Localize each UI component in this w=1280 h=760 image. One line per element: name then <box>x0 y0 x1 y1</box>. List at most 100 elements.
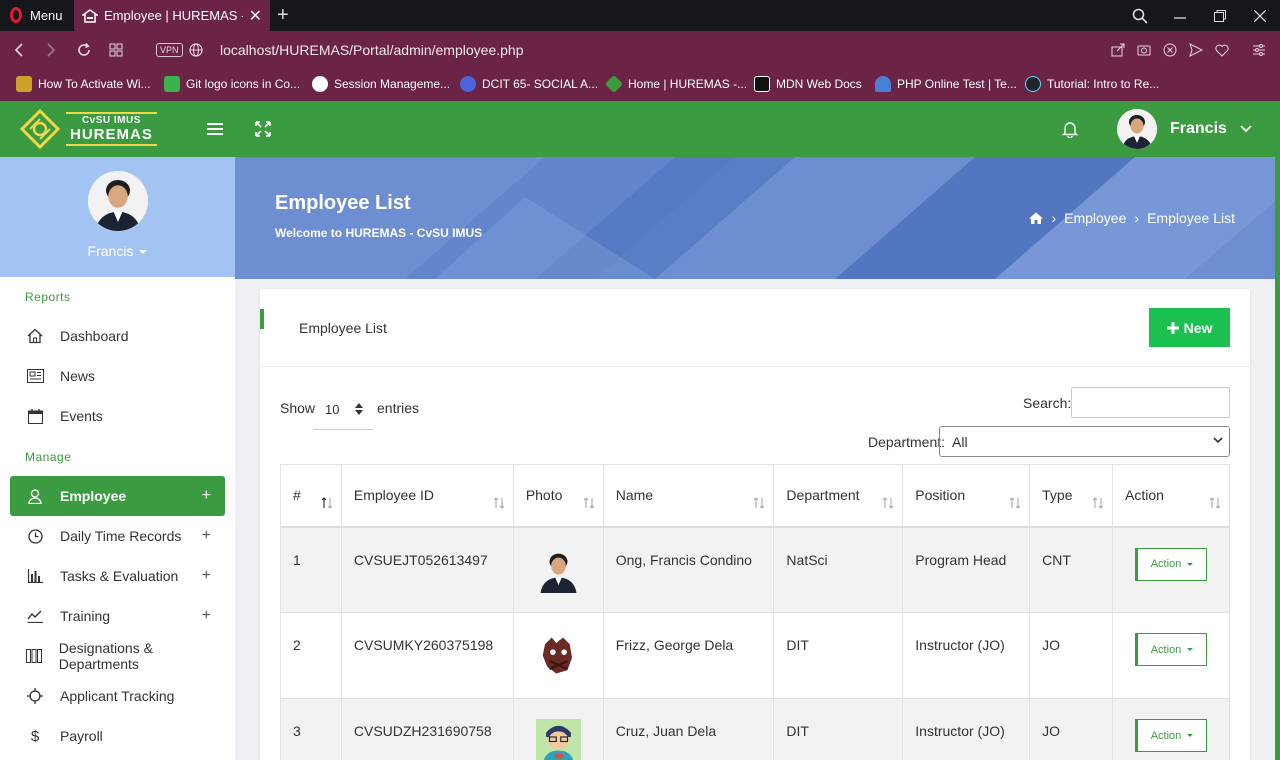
chevron-down-icon <box>1213 437 1223 444</box>
action-dropdown-button[interactable]: Action <box>1135 633 1207 666</box>
bookmark-item[interactable]: Tutorial: Intro to Re... <box>1025 76 1159 92</box>
new-tab-button[interactable]: + <box>277 4 289 27</box>
huremas-logo[interactable]: CvSU IMUS HUREMAS <box>18 109 157 149</box>
column-header-employee-id[interactable]: Employee ID <box>340 464 514 528</box>
search-label: Search: <box>1023 395 1072 411</box>
send-icon[interactable] <box>1187 41 1205 59</box>
cell-name: Frizz, George Dela <box>602 612 775 699</box>
forward-icon[interactable] <box>42 41 60 59</box>
sidebar-item-dashboard[interactable]: Dashboard <box>10 316 225 356</box>
sidebar-item-applicant-tracking[interactable]: Applicant Tracking <box>10 676 225 716</box>
column-header-photo[interactable]: Photo <box>512 464 604 528</box>
breadcrumb-separator: › <box>1051 210 1057 226</box>
sort-icon <box>1209 497 1221 509</box>
bookmark-item[interactable]: Session Manageme... <box>312 76 450 92</box>
camera-icon[interactable] <box>1135 41 1153 59</box>
bookmark-item[interactable]: Git logo icons in Co... <box>164 76 300 92</box>
action-button-label: Action <box>1150 643 1182 656</box>
newspaper-icon <box>26 367 44 385</box>
table-row: 1 CVSUEJT052613497 Ong, Francis Condino <box>280 526 1230 613</box>
employee-photo <box>535 633 581 678</box>
profile-name-dropdown[interactable]: Francis <box>0 243 235 259</box>
sidebar-item-news[interactable]: News <box>10 356 225 396</box>
reload-icon[interactable] <box>75 41 93 59</box>
tabs-grid-icon[interactable] <box>107 41 125 59</box>
cell-number: 2 <box>280 612 342 699</box>
table-row: 3 CVSUDZH231690758 Cruz, Juan Dela DIT I… <box>280 698 1230 760</box>
action-button-label: Action <box>1150 558 1182 570</box>
new-employee-button[interactable]: New <box>1149 308 1230 347</box>
action-dropdown-button[interactable]: Action <box>1135 547 1207 581</box>
column-header-department[interactable]: Department <box>773 464 904 528</box>
profile-name: Francis <box>87 243 134 259</box>
department-selected-value: All <box>952 433 968 450</box>
expand-plus-icon[interactable]: + <box>202 527 211 545</box>
breadcrumb-home-icon[interactable] <box>1029 212 1044 224</box>
chevron-down-icon <box>1240 125 1252 133</box>
column-header-number[interactable]: # <box>280 464 342 528</box>
breadcrumb-employee-link[interactable]: Employee <box>1064 210 1126 226</box>
minimize-icon[interactable] <box>1170 6 1190 26</box>
sidebar: Francis Reports Dashboard News Events Ma… <box>0 157 235 760</box>
department-select[interactable]: All <box>939 426 1230 457</box>
browser-search-icon[interactable] <box>1130 6 1150 26</box>
caret-down-icon <box>139 250 148 255</box>
card-header-accent <box>260 309 264 329</box>
vpn-badge[interactable]: VPN <box>156 43 183 57</box>
close-window-icon[interactable] <box>1250 6 1270 26</box>
notification-bell-icon[interactable] <box>1059 118 1081 140</box>
column-header-name[interactable]: Name <box>602 464 775 528</box>
sidebar-item-tasks-evaluation[interactable]: Tasks & Evaluation + <box>10 556 225 596</box>
sidebar-item-label: Designations & Departments <box>58 640 153 672</box>
cell-number: 3 <box>280 698 342 760</box>
restore-icon[interactable] <box>1210 6 1230 26</box>
column-header-type[interactable]: Type <box>1029 464 1113 528</box>
sidebar-item-payroll[interactable]: $ Payroll <box>10 716 225 756</box>
logo-wordmark: CvSU IMUS HUREMAS <box>66 112 157 146</box>
bookmark-item[interactable]: MDN Web Docs <box>754 76 862 92</box>
expand-plus-icon[interactable]: + <box>202 607 211 625</box>
hamburger-menu-icon[interactable] <box>204 118 226 140</box>
back-icon[interactable] <box>10 41 28 59</box>
share-icon[interactable] <box>1109 41 1127 59</box>
column-header-action[interactable]: Action <box>1112 464 1230 528</box>
entries-label: entries <box>377 400 420 416</box>
block-ads-icon[interactable] <box>1161 41 1179 59</box>
page-scrollbar[interactable] <box>1275 157 1280 760</box>
sidebar-item-daily-time-records[interactable]: Daily Time Records + <box>10 516 225 556</box>
bookmark-item[interactable]: DCIT 65- SOCIAL A... <box>460 76 598 92</box>
easy-setup-icon[interactable] <box>1250 41 1268 59</box>
sidebar-item-label: Employee <box>60 488 127 504</box>
heart-icon[interactable] <box>1213 41 1231 59</box>
browser-menu-button[interactable]: Menu <box>10 7 63 23</box>
caret-down-icon <box>1187 648 1194 651</box>
sort-icon <box>583 497 595 509</box>
bookmark-item[interactable]: Home | HUREMAS -... <box>604 74 747 94</box>
action-dropdown-button[interactable]: Action <box>1135 719 1207 752</box>
cell-action: Action <box>1112 698 1230 760</box>
sidebar-item-events[interactable]: Events <box>10 396 225 436</box>
sidebar-item-label: News <box>60 368 96 384</box>
bookmark-item[interactable]: PHP Online Test | Te... <box>875 76 1017 92</box>
search-input[interactable] <box>1071 387 1230 418</box>
expand-plus-icon[interactable]: + <box>202 567 211 585</box>
tab-close-icon[interactable]: ✕ <box>249 6 262 26</box>
user-menu[interactable]: Francis <box>1117 109 1252 149</box>
url-field[interactable]: localhost/HUREMAS/Portal/admin/employee.… <box>220 42 523 58</box>
column-header-position[interactable]: Position <box>902 464 1031 528</box>
sort-icon <box>753 497 765 509</box>
caret-down-icon <box>1187 734 1194 737</box>
browser-tab-active[interactable]: Employee | HUREMAS - CvSU ✕ <box>74 0 270 31</box>
bookmark-item[interactable]: How To Activate Wi... <box>16 76 150 92</box>
clock-icon <box>26 527 44 545</box>
sidebar-item-training[interactable]: Training + <box>10 596 225 636</box>
expand-plus-icon[interactable]: + <box>202 487 211 505</box>
sidebar-item-employee[interactable]: Employee + <box>10 476 225 516</box>
header-user-name: Francis <box>1170 120 1227 137</box>
fullscreen-icon[interactable] <box>252 118 274 140</box>
user-icon <box>26 487 44 505</box>
sidebar-item-designations-departments[interactable]: Designations & Departments <box>10 636 225 676</box>
bookmark-favicon-icon <box>16 76 32 92</box>
entries-per-page-select[interactable]: 10 <box>313 390 373 430</box>
column-header-label: # <box>293 487 301 504</box>
